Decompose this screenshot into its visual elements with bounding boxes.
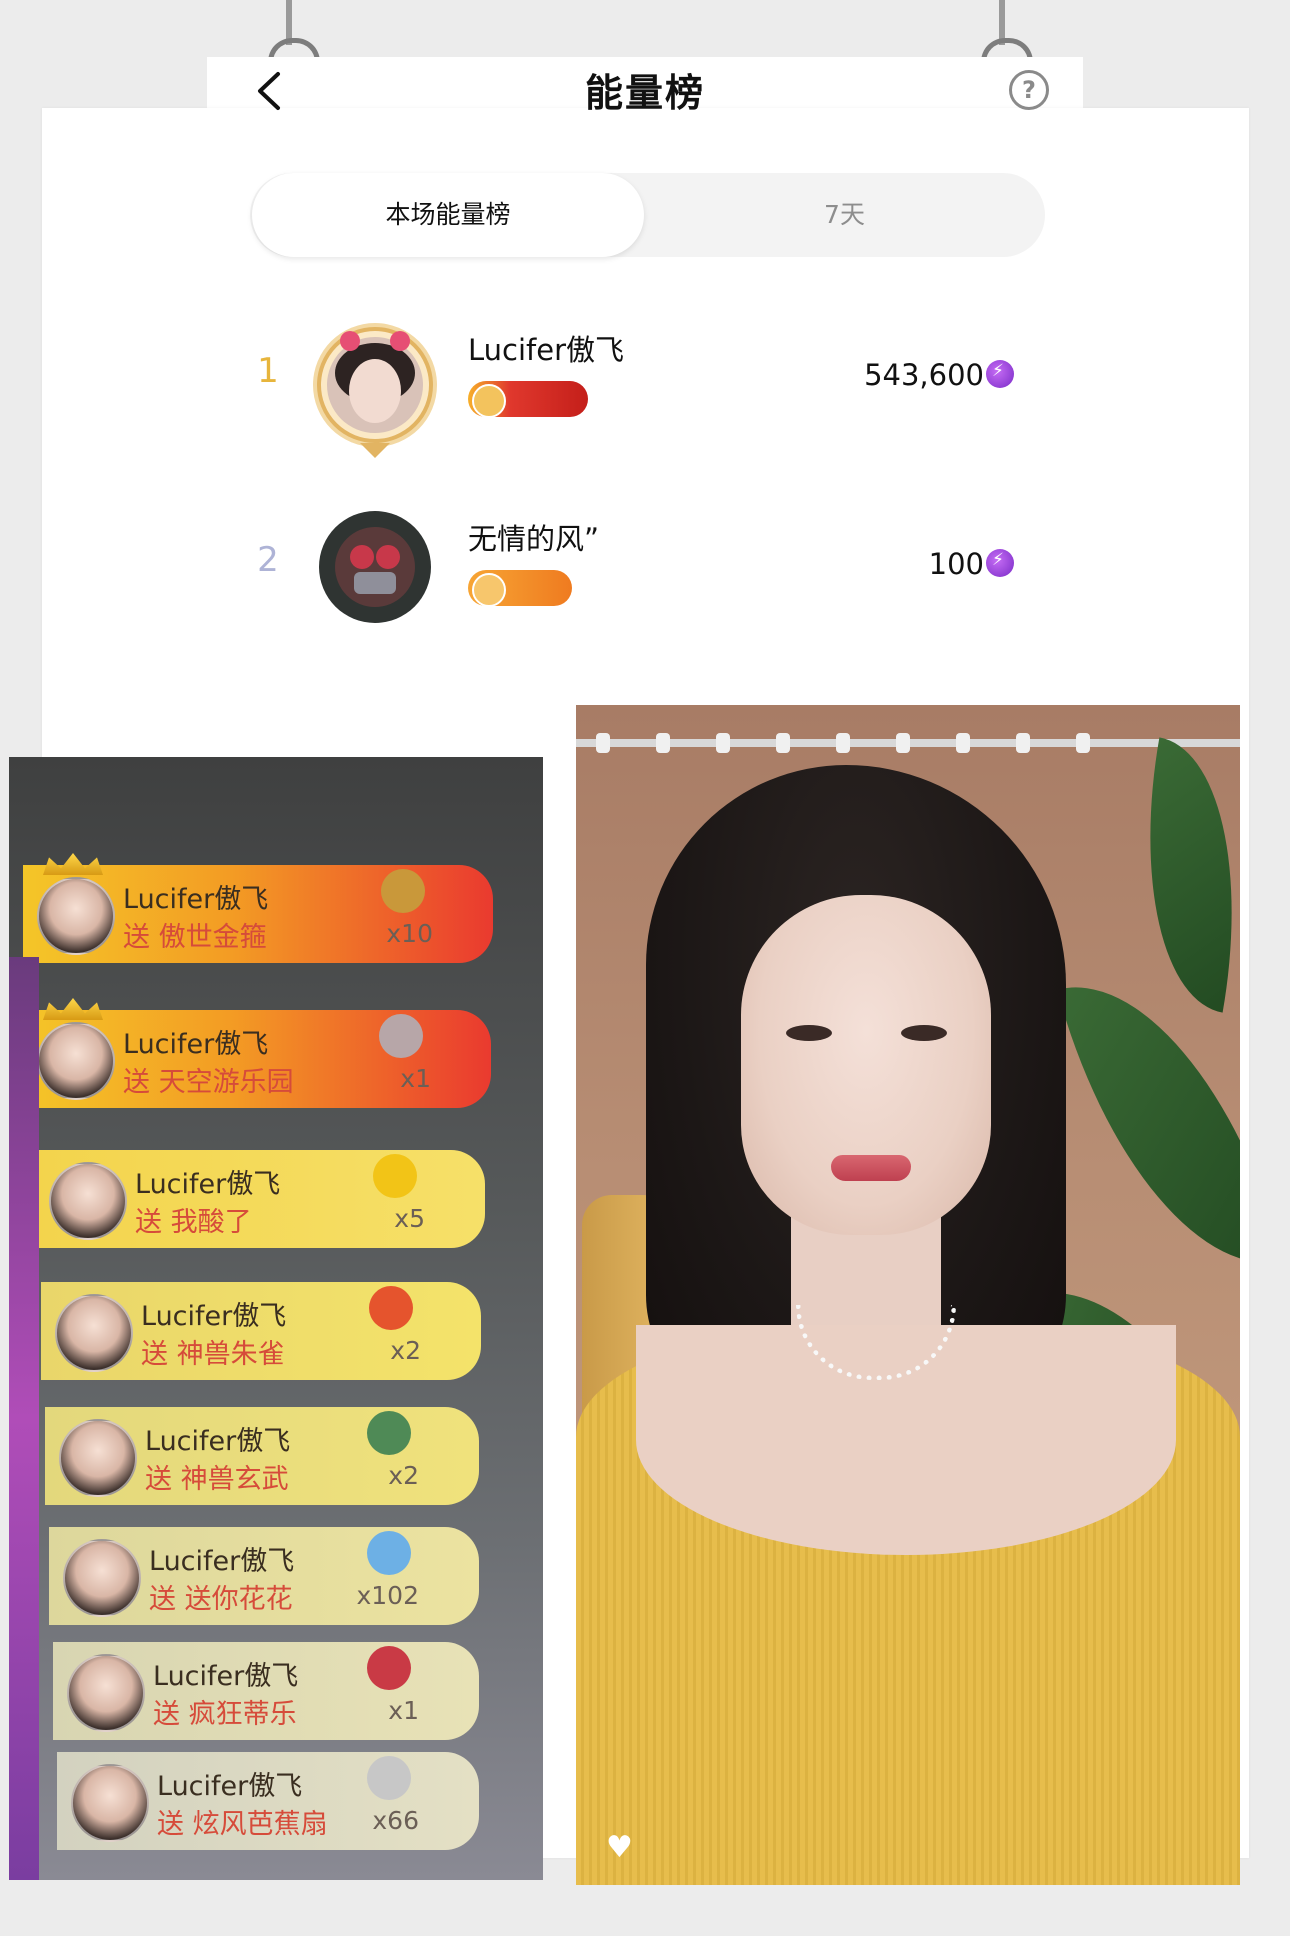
gift-text: 送 炫风芭蕉扇: [157, 1809, 328, 1840]
back-button[interactable]: [250, 66, 290, 116]
gift-sender: Lucifer傲飞: [123, 1029, 269, 1060]
tab-current-session[interactable]: 本场能量榜: [252, 173, 644, 257]
lips: [831, 1155, 911, 1181]
energy-score: 543,600: [864, 358, 984, 392]
avatar: [37, 877, 115, 955]
gift-text: 送 傲世金箍: [123, 922, 267, 953]
gift-message: Lucifer傲飞 送 神兽朱雀 x2: [41, 1282, 481, 1380]
gift-message: Lucifer傲飞 送 神兽玄武 x2: [45, 1407, 479, 1505]
gift-icon: [367, 1531, 411, 1575]
gift-text: 送 送你花花: [149, 1584, 293, 1615]
gift-text: 送 我酸了: [135, 1207, 252, 1238]
avatar: [55, 1294, 133, 1372]
level-badge: [468, 381, 588, 418]
hanger-hook: [268, 0, 320, 63]
heart-sparkle-icon: ♥: [606, 1830, 633, 1865]
gift-message: Lucifer傲飞 送 天空游乐园 x1: [23, 998, 491, 1108]
gift-feed-photo: Lucifer傲飞 送 傲世金箍 x10 Lucifer傲飞 送 天空游乐园 x…: [9, 757, 543, 1880]
gift-icon: [379, 1014, 423, 1058]
eye: [786, 1025, 832, 1041]
rank-row[interactable]: 2 无情的风” 100: [230, 492, 1060, 642]
gift-sender: Lucifer傲飞: [157, 1771, 303, 1802]
gift-count: x102: [356, 1581, 419, 1610]
shield-icon: [472, 384, 506, 418]
curtain-rail: [576, 733, 1240, 753]
avatar: [49, 1162, 127, 1240]
gift-count: x2: [390, 1336, 421, 1365]
face: [741, 895, 991, 1235]
rank-number: 1: [257, 351, 279, 391]
username: 无情的风”: [468, 522, 600, 556]
chevron-left-icon: [258, 72, 280, 110]
gift-sender: Lucifer傲飞: [123, 884, 269, 915]
energy-icon: [986, 549, 1014, 577]
gift-text: 送 天空游乐园: [123, 1067, 294, 1098]
tab-bar: 本场能量榜 7天: [250, 173, 1045, 257]
crown-icon: [43, 853, 103, 875]
gift-message: Lucifer傲飞 送 疯狂蒂乐 x1: [53, 1642, 479, 1740]
gift-sender: Lucifer傲飞: [153, 1661, 299, 1692]
gift-icon: [367, 1411, 411, 1455]
portrait-photo: ♥: [576, 705, 1240, 1885]
gift-count: x1: [388, 1696, 419, 1725]
gift-text: 送 神兽朱雀: [141, 1339, 285, 1370]
crown-icon: [43, 998, 103, 1020]
gift-icon: [381, 869, 425, 913]
avatar: [67, 1654, 145, 1732]
gift-icon: [369, 1286, 413, 1330]
avatar: [310, 502, 440, 632]
avatar: [71, 1764, 149, 1842]
help-button[interactable]: ?: [1009, 70, 1049, 110]
gift-sender: Lucifer傲飞: [145, 1426, 291, 1457]
energy-icon: [986, 360, 1014, 388]
username: Lucifer傲飞: [468, 333, 625, 367]
tab-7-days[interactable]: 7天: [647, 173, 1042, 257]
gift-sender: Lucifer傲飞: [141, 1301, 287, 1332]
avatar: [59, 1419, 137, 1497]
gift-text: 送 疯狂蒂乐: [153, 1699, 297, 1730]
gift-message: Lucifer傲飞 送 傲世金箍 x10: [23, 853, 493, 963]
eye: [901, 1025, 947, 1041]
rank-row[interactable]: 1 Lucifer傲飞 543,600: [230, 303, 1060, 458]
avatar: [310, 313, 440, 458]
avatar: [63, 1539, 141, 1617]
gift-count: x10: [386, 919, 433, 948]
side-strip: [9, 957, 39, 1880]
gift-text: 送 神兽玄武: [145, 1464, 289, 1495]
hanger-hook: [981, 0, 1033, 63]
page-title: 能量榜: [584, 71, 705, 115]
gift-message: Lucifer傲飞 送 送你花花 x102: [49, 1527, 479, 1625]
gift-count: x66: [372, 1806, 419, 1835]
question-circle-icon: ?: [1022, 76, 1036, 104]
shield-icon: [472, 573, 506, 607]
gift-sender: Lucifer傲飞: [135, 1169, 281, 1200]
gift-count: x2: [388, 1461, 419, 1490]
plant-leaf: [1114, 737, 1240, 1013]
gift-count: x5: [394, 1204, 425, 1233]
gift-icon: [373, 1154, 417, 1198]
gift-message: Lucifer傲飞 送 我酸了 x5: [35, 1150, 485, 1248]
gift-count: x1: [400, 1064, 431, 1093]
level-badge: [468, 570, 572, 607]
gift-icon: [367, 1646, 411, 1690]
gift-sender: Lucifer傲飞: [149, 1546, 295, 1577]
gift-message: Lucifer傲飞 送 炫风芭蕉扇 x66: [57, 1752, 479, 1850]
rank-number: 2: [257, 540, 279, 580]
energy-score: 100: [928, 547, 984, 581]
avatar: [37, 1022, 115, 1100]
gift-icon: [367, 1756, 411, 1800]
